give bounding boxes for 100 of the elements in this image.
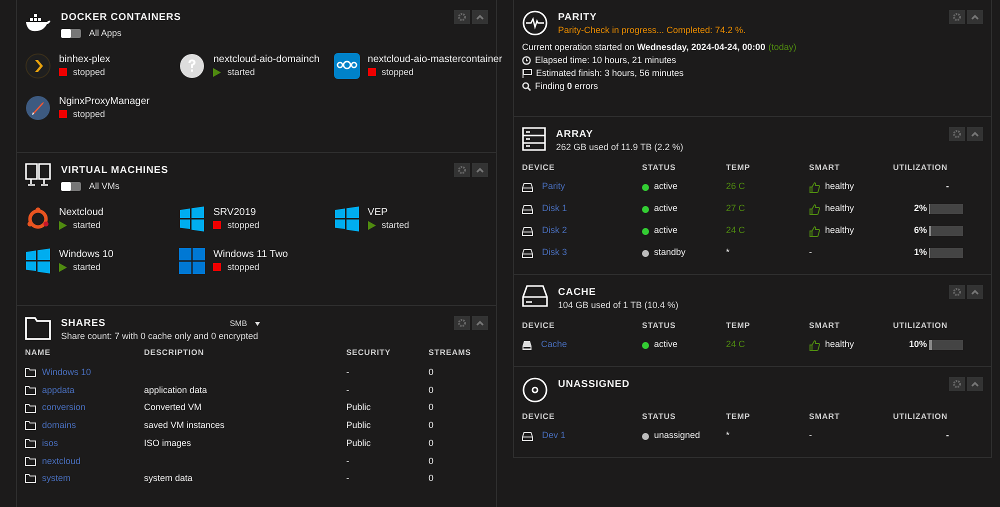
parity-status: Parity-Check in progress... Completed: 74.2 %. bbox=[558, 24, 746, 37]
share-streams: 0 bbox=[428, 402, 434, 412]
share-link[interactable]: Windows 10 bbox=[42, 366, 92, 380]
settings-button[interactable] bbox=[949, 285, 965, 299]
device-status: active bbox=[654, 202, 678, 216]
share-security: - bbox=[346, 456, 350, 466]
collapse-button[interactable] bbox=[967, 127, 983, 141]
ubuntu-icon bbox=[25, 206, 51, 232]
share-link[interactable]: isos bbox=[42, 436, 58, 450]
app-name[interactable]: binhex-plex bbox=[59, 52, 110, 66]
gear-icon bbox=[952, 12, 962, 22]
app-status: started bbox=[382, 218, 410, 232]
device-link[interactable]: Parity bbox=[542, 180, 566, 194]
share-link[interactable]: conversion bbox=[42, 401, 86, 415]
app-name[interactable]: Nextcloud bbox=[59, 206, 104, 218]
share-link[interactable]: domains bbox=[42, 419, 76, 433]
share-description: ISO images bbox=[144, 438, 191, 448]
device-status: active bbox=[654, 338, 678, 352]
device-link[interactable]: Disk 2 bbox=[542, 224, 568, 238]
panel-title: ARRAY bbox=[556, 128, 594, 141]
device-link[interactable]: Disk 1 bbox=[542, 202, 568, 216]
app-name[interactable]: nextcloud-aio-mastercontainer bbox=[368, 52, 502, 66]
column-header: DESCRIPTION bbox=[144, 347, 206, 359]
collapse-button[interactable] bbox=[967, 10, 983, 24]
smart-status: healthy bbox=[825, 338, 854, 352]
settings-button[interactable] bbox=[454, 163, 470, 177]
column-header: UTILIZATION bbox=[893, 320, 949, 332]
flag-icon bbox=[522, 69, 532, 78]
device-link[interactable]: Dev 1 bbox=[542, 429, 566, 443]
column-header: STATUS bbox=[642, 320, 677, 332]
share-link[interactable]: appdata bbox=[42, 384, 75, 398]
protocol-dropdown[interactable]: SMB bbox=[230, 318, 260, 330]
stop-icon bbox=[59, 68, 67, 76]
folder-icon bbox=[25, 368, 36, 378]
device-status: active bbox=[654, 180, 678, 194]
windows-icon bbox=[179, 248, 206, 274]
device-status: standby bbox=[654, 246, 686, 260]
column-header: SECURITY bbox=[346, 347, 392, 359]
share-streams: 0 bbox=[428, 420, 434, 430]
app-name[interactable]: NginxProxyManager bbox=[59, 94, 150, 108]
caret-icon bbox=[255, 322, 260, 326]
app-status: stopped bbox=[227, 260, 260, 274]
share-description: saved VM instances bbox=[144, 420, 225, 430]
search-icon bbox=[522, 82, 531, 91]
drive-icon bbox=[522, 182, 533, 192]
settings-button[interactable] bbox=[454, 316, 470, 330]
play-icon bbox=[368, 220, 376, 230]
column-header: DEVICE bbox=[522, 162, 556, 174]
smart-status: - bbox=[809, 246, 812, 260]
app-name[interactable]: nextcloud-aio-domainch bbox=[213, 52, 320, 66]
column-header: TEMP bbox=[726, 162, 752, 174]
smart-status: - bbox=[809, 429, 812, 442]
device-link[interactable]: Disk 3 bbox=[542, 246, 568, 260]
collapse-button[interactable] bbox=[472, 10, 488, 24]
panel-title: PARITY bbox=[558, 11, 598, 24]
settings-button[interactable] bbox=[454, 10, 470, 24]
share-link[interactable]: system bbox=[42, 472, 71, 486]
app-name[interactable]: VEP bbox=[368, 206, 410, 218]
windows-icon bbox=[334, 206, 360, 232]
share-link[interactable]: nextcloud bbox=[42, 454, 81, 468]
heartbeat-icon bbox=[522, 10, 548, 36]
share-description: application data bbox=[144, 384, 208, 395]
share-streams: 0 bbox=[428, 438, 434, 448]
app-name[interactable]: SRV2019 bbox=[213, 206, 260, 218]
thumbs-up-icon bbox=[809, 204, 820, 214]
utilization-value: 2% bbox=[912, 202, 927, 216]
disc-icon bbox=[522, 377, 548, 403]
app-name[interactable]: Windows 10 bbox=[59, 248, 114, 260]
chevron-up-icon bbox=[970, 287, 980, 297]
temperature: * bbox=[726, 430, 730, 440]
monitors-icon bbox=[25, 163, 51, 187]
gear-icon bbox=[457, 165, 467, 175]
chevron-up-icon bbox=[970, 379, 980, 389]
temperature: 27 C bbox=[726, 203, 746, 214]
share-security: Public bbox=[346, 402, 371, 412]
temperature: * bbox=[726, 247, 730, 258]
device-link[interactable]: Cache bbox=[541, 338, 568, 352]
rocket-icon bbox=[25, 94, 51, 120]
settings-button[interactable] bbox=[949, 10, 965, 24]
column-header: STATUS bbox=[642, 411, 677, 423]
share-description: Converted VM bbox=[144, 402, 202, 412]
temperature: 24 C bbox=[726, 339, 746, 350]
temperature: 24 C bbox=[726, 225, 746, 236]
settings-button[interactable] bbox=[949, 377, 965, 391]
thumbs-up-icon bbox=[809, 226, 820, 236]
settings-button[interactable] bbox=[949, 127, 965, 141]
panel-title: UNASSIGNED bbox=[558, 378, 630, 391]
folder-icon bbox=[25, 404, 36, 413]
collapse-button[interactable] bbox=[967, 285, 983, 299]
column-header: UTILIZATION bbox=[893, 162, 949, 174]
chevron-up-icon bbox=[475, 165, 485, 175]
collapse-button[interactable] bbox=[472, 163, 488, 177]
stop-icon bbox=[368, 68, 376, 76]
smart-status: healthy bbox=[825, 202, 854, 216]
collapse-button[interactable] bbox=[472, 316, 488, 330]
collapse-button[interactable] bbox=[967, 377, 983, 391]
toggle-switch[interactable] bbox=[61, 29, 81, 38]
app-name[interactable]: Windows 11 Two bbox=[213, 248, 288, 260]
folder-icon bbox=[25, 456, 36, 466]
toggle-switch[interactable] bbox=[61, 182, 81, 192]
